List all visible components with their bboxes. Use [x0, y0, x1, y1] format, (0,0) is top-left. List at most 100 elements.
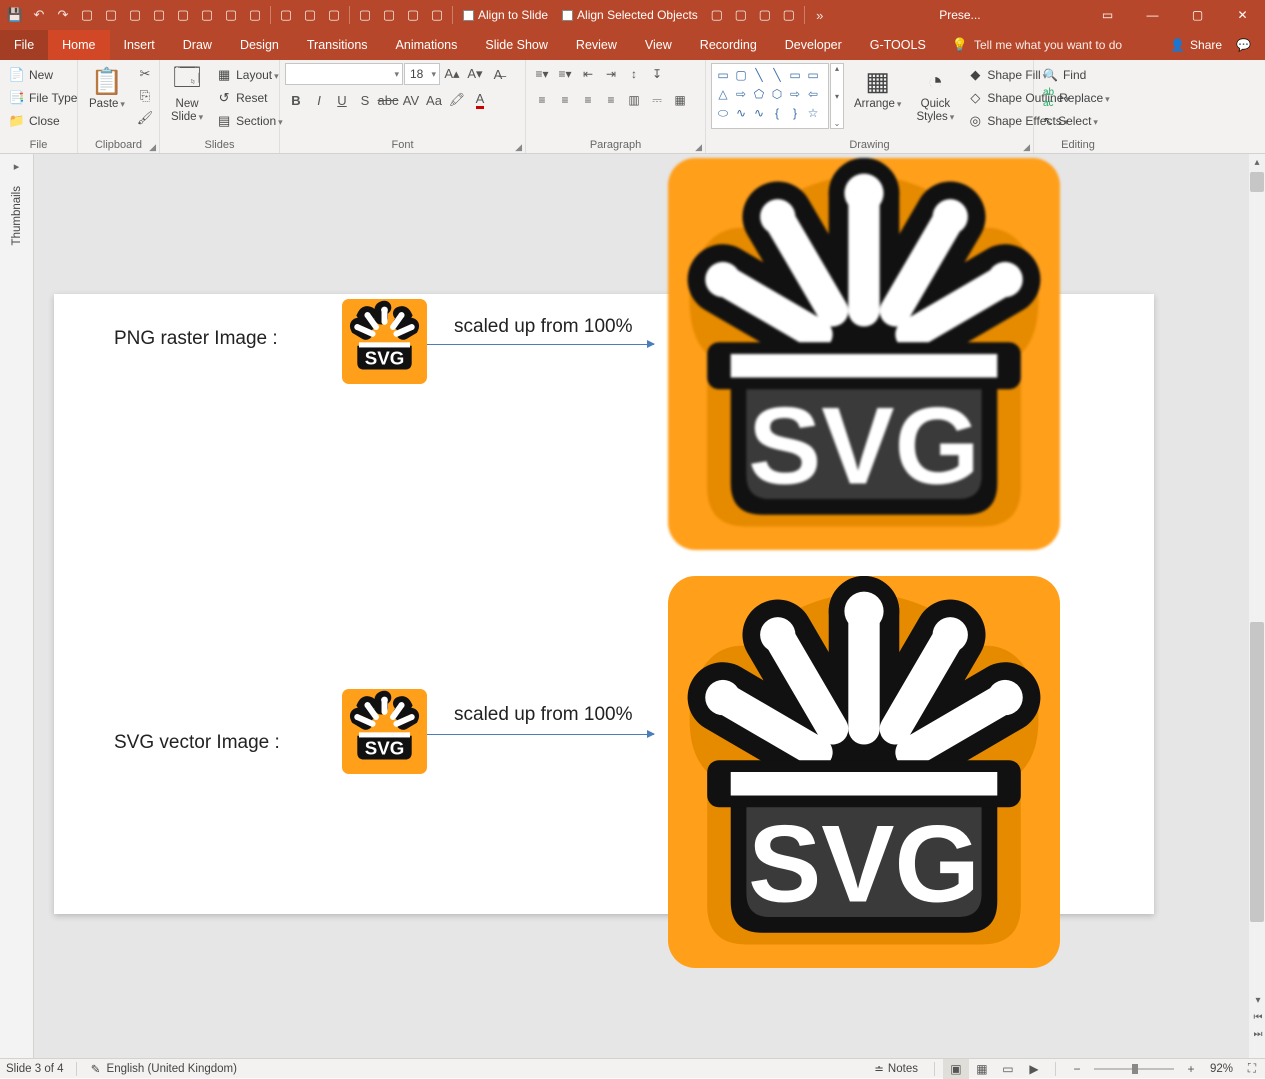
zoom-in-icon[interactable]: +: [1178, 1059, 1204, 1079]
next-slide-icon[interactable]: ⏭: [1250, 1026, 1265, 1042]
tab-review[interactable]: Review: [562, 30, 631, 60]
tab-file[interactable]: File: [0, 30, 48, 60]
prev-slide-icon[interactable]: ⏮: [1250, 1009, 1265, 1025]
qat-btn-2[interactable]: ▢: [100, 4, 122, 26]
qat-btn-6[interactable]: ▢: [196, 4, 218, 26]
scroll-thumb[interactable]: [1250, 622, 1264, 922]
qat-btn-1[interactable]: ▢: [76, 4, 98, 26]
qat-btn-3[interactable]: ▢: [124, 4, 146, 26]
decrease-indent-icon[interactable]: ⇤: [577, 63, 599, 85]
new-slide-button[interactable]: 🗔 New Slide: [165, 63, 209, 125]
png-small-tile[interactable]: SVG: [342, 299, 427, 384]
close-file-button[interactable]: 📁Close: [5, 109, 81, 132]
align-right-icon[interactable]: ≡: [577, 89, 599, 111]
zoom-out-icon[interactable]: −: [1064, 1059, 1090, 1079]
slide-canvas-area[interactable]: PNG raster Image : SVG vector Image : sc…: [34, 154, 1265, 1058]
clear-formatting-icon[interactable]: A̶: [487, 63, 509, 85]
qat-btn-5[interactable]: ▢: [172, 4, 194, 26]
justify-icon[interactable]: ≡: [600, 89, 622, 111]
replace-button[interactable]: abacReplace: [1039, 86, 1114, 109]
font-size-combo[interactable]: 18: [404, 63, 440, 85]
layout-button[interactable]: ▦Layout: [212, 63, 287, 86]
scroll-up-icon[interactable]: ▴: [1249, 154, 1265, 170]
qat-overflow-icon[interactable]: »: [809, 4, 831, 26]
share-button[interactable]: 👤 Share: [1170, 38, 1222, 52]
tab-view[interactable]: View: [631, 30, 686, 60]
text-direction-icon[interactable]: ↧: [646, 63, 668, 85]
qat-btn-13[interactable]: ▢: [378, 4, 400, 26]
svg-large-tile[interactable]: SVG: [668, 576, 1060, 968]
find-button[interactable]: 🔍Find: [1039, 63, 1114, 86]
qat-btn-11[interactable]: ▢: [323, 4, 345, 26]
tab-developer[interactable]: Developer: [771, 30, 856, 60]
thumbnails-expand-icon[interactable]: ▸: [0, 154, 34, 178]
tab-recording[interactable]: Recording: [686, 30, 771, 60]
qat-btn-15[interactable]: ▢: [426, 4, 448, 26]
vertical-scrollbar[interactable]: ▴ ▾ ⏮ ⏭: [1249, 154, 1265, 1058]
format-painter-icon[interactable]: 🖌: [134, 107, 156, 129]
svg-small-tile[interactable]: SVG: [342, 689, 427, 774]
strike-icon[interactable]: abc: [377, 89, 399, 111]
paragraph-launcher-icon[interactable]: ◢: [695, 142, 702, 153]
minimize-icon[interactable]: —: [1130, 0, 1175, 30]
scroll-down-icon[interactable]: ▾: [1250, 992, 1265, 1008]
increase-indent-icon[interactable]: ⇥: [600, 63, 622, 85]
undo-icon[interactable]: ↶: [28, 4, 50, 26]
view-slideshow-icon[interactable]: ▶: [1021, 1059, 1047, 1079]
qat-btn-18[interactable]: ▢: [754, 4, 776, 26]
font-color-icon[interactable]: A: [469, 89, 491, 111]
fit-to-window-icon[interactable]: ⛶: [1239, 1059, 1265, 1079]
font-launcher-icon[interactable]: ◢: [515, 142, 522, 153]
reset-button[interactable]: ↺Reset: [212, 86, 287, 109]
qat-btn-16[interactable]: ▢: [706, 4, 728, 26]
arrange-button[interactable]: ▦ Arrange: [848, 63, 907, 112]
png-large-tile[interactable]: SVG: [668, 158, 1060, 550]
char-spacing-icon[interactable]: AV: [400, 89, 422, 111]
quick-styles-button[interactable]: ◔ Quick Styles: [910, 63, 960, 125]
bullets-icon[interactable]: ≡▾: [531, 63, 553, 85]
spellcheck-icon[interactable]: ✎: [89, 1062, 103, 1076]
section-button[interactable]: ▤Section: [212, 109, 287, 132]
tab-home[interactable]: Home: [48, 30, 109, 60]
view-reading-icon[interactable]: ▭: [995, 1059, 1021, 1079]
align-left-icon[interactable]: ≡: [531, 89, 553, 111]
align-to-slide-checkbox[interactable]: Align to Slide: [457, 8, 554, 22]
file-type-button[interactable]: 📑File Type: [5, 86, 81, 109]
qat-btn-17[interactable]: ▢: [730, 4, 752, 26]
close-icon[interactable]: ✕: [1220, 0, 1265, 30]
tab-transitions[interactable]: Transitions: [293, 30, 382, 60]
tab-gtools[interactable]: G-TOOLS: [856, 30, 940, 60]
underline-icon[interactable]: U: [331, 89, 353, 111]
decrease-font-icon[interactable]: A▾: [464, 63, 486, 85]
new-button[interactable]: 📄New: [5, 63, 81, 86]
maximize-icon[interactable]: ▢: [1175, 0, 1220, 30]
comments-icon[interactable]: 💬: [1236, 38, 1251, 52]
shapes-gallery-spinner[interactable]: ▴▾⌄: [830, 63, 844, 129]
qat-btn-9[interactable]: ▢: [275, 4, 297, 26]
zoom-percent[interactable]: 92%: [1204, 1063, 1239, 1075]
copy-icon[interactable]: ⎘: [134, 85, 156, 107]
line-spacing-icon[interactable]: ↕: [623, 63, 645, 85]
language-button[interactable]: English (United Kingdom): [107, 1063, 237, 1075]
italic-icon[interactable]: I: [308, 89, 330, 111]
align-center-icon[interactable]: ≡: [554, 89, 576, 111]
qat-btn-4[interactable]: ▢: [148, 4, 170, 26]
qat-btn-8[interactable]: ▢: [244, 4, 266, 26]
slide-counter[interactable]: Slide 3 of 4: [6, 1063, 64, 1075]
shapes-gallery[interactable]: ▭▢╲╲▭▭ △⇨⬠⬡⇨⇦ ⬭∿∿{}☆: [711, 63, 829, 129]
view-sorter-icon[interactable]: ▦: [969, 1059, 995, 1079]
tab-design[interactable]: Design: [226, 30, 293, 60]
columns-icon[interactable]: ▥: [623, 89, 645, 111]
scroll-thumb-top[interactable]: [1250, 172, 1264, 192]
qat-btn-12[interactable]: ▢: [354, 4, 376, 26]
zoom-slider[interactable]: [1094, 1068, 1174, 1070]
notes-button[interactable]: ≐Notes: [866, 1062, 926, 1076]
drawing-launcher-icon[interactable]: ◢: [1023, 142, 1030, 153]
qat-btn-19[interactable]: ▢: [778, 4, 800, 26]
font-name-combo[interactable]: [285, 63, 403, 85]
ribbon-display-icon[interactable]: ▭: [1085, 0, 1130, 30]
align-selected-checkbox[interactable]: Align Selected Objects: [556, 8, 704, 22]
tab-animations[interactable]: Animations: [382, 30, 472, 60]
select-button[interactable]: ↖Select: [1039, 109, 1114, 132]
numbering-icon[interactable]: ≡▾: [554, 63, 576, 85]
